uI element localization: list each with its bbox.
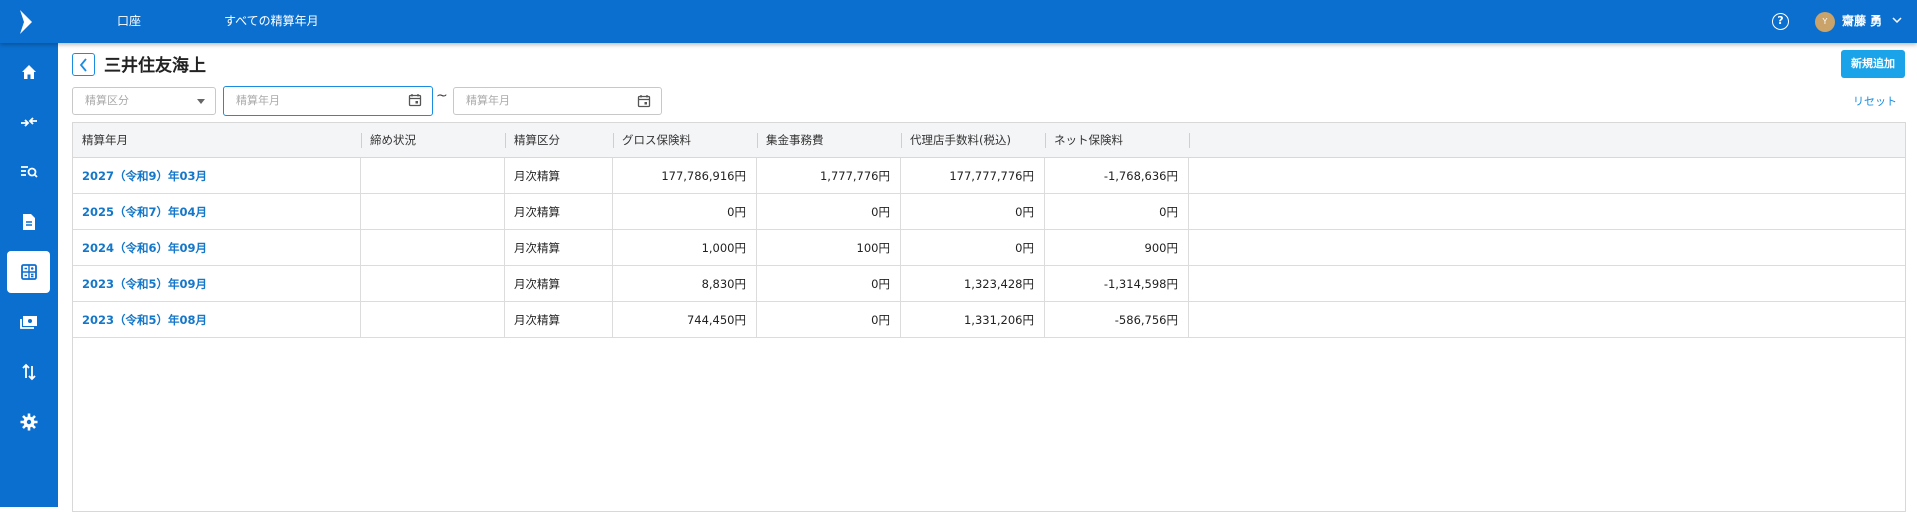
sidebar (0, 43, 58, 507)
cell-settlement-month[interactable]: 2024（令和6）年09月 (73, 230, 361, 266)
cell-settlement-type: 月次精算 (505, 194, 613, 230)
sidebar-item-search[interactable] (7, 151, 50, 193)
chevron-left-icon (79, 57, 87, 72)
reset-link[interactable]: リセット (1853, 93, 1897, 109)
cell-collection-fee: 0円 (757, 194, 901, 230)
nav-all-settlement-months[interactable]: すべての精算年月 (224, 0, 319, 43)
cell-closing-status (361, 194, 505, 230)
column-divider (1189, 133, 1190, 148)
cell-agency-commission: 0円 (901, 230, 1045, 266)
table-row[interactable]: 2025（令和7）年04月 月次精算 0円 0円 0円 0円 (73, 194, 1905, 230)
cell-closing-status (361, 230, 505, 266)
nav-account[interactable]: 口座 (117, 0, 141, 43)
cell-settlement-month[interactable]: 2027（令和9）年03月 (73, 158, 361, 194)
sidebar-item-payment[interactable] (7, 301, 50, 343)
avatar[interactable]: Y (1815, 12, 1835, 32)
sidebar-item-sort[interactable] (7, 351, 50, 393)
settlement-month-from-input[interactable]: 精算年月 (223, 86, 433, 116)
help-icon[interactable]: ? (1772, 13, 1789, 30)
cell-gross-premium: 8,830円 (613, 266, 757, 302)
cell-net-premium: -1,768,636円 (1045, 158, 1189, 194)
back-button[interactable] (72, 53, 95, 76)
top-bar: 口座 すべての精算年月 ? Y 齋藤 勇 (0, 0, 1917, 43)
cell-net-premium: 900円 (1045, 230, 1189, 266)
cell-settlement-month[interactable]: 2023（令和5）年08月 (73, 302, 361, 338)
transfer-icon (20, 117, 37, 127)
cell-settlement-type: 月次精算 (505, 302, 613, 338)
cell-closing-status (361, 158, 505, 194)
to-placeholder: 精算年月 (466, 94, 510, 107)
home-icon (21, 65, 36, 79)
header-agency-commission[interactable]: 代理店手数料(税込) (901, 123, 1011, 158)
table-header: 精算年月 締め状況 精算区分 グロス保険料 集金事務費 代理店手数料(税込) ネ… (73, 123, 1905, 158)
settlement-month-to-input[interactable]: 精算年月 (453, 87, 662, 115)
table-row[interactable]: 2023（令和5）年09月 月次精算 8,830円 0円 1,323,428円 -1,31… (73, 266, 1905, 302)
cell-settlement-month[interactable]: 2023（令和5）年09月 (73, 266, 361, 302)
cell-collection-fee: 0円 (757, 266, 901, 302)
sidebar-item-home[interactable] (7, 51, 50, 93)
cell-closing-status (361, 302, 505, 338)
from-placeholder: 精算年月 (236, 94, 280, 107)
logo-chevron-icon[interactable] (18, 8, 38, 36)
cell-agency-commission: 1,331,206円 (901, 302, 1045, 338)
sidebar-item-transfer[interactable] (7, 101, 50, 143)
cell-agency-commission: 0円 (901, 194, 1045, 230)
cell-gross-premium: 0円 (613, 194, 757, 230)
cell-agency-commission: 1,323,428円 (901, 266, 1045, 302)
table-row[interactable]: 2023（令和5）年08月 月次精算 744,450円 0円 1,331,206円 -58… (73, 302, 1905, 338)
cell-settlement-month[interactable]: 2025（令和7）年04月 (73, 194, 361, 230)
user-name[interactable]: 齋藤 勇 (1842, 0, 1882, 43)
cell-gross-premium: 177,786,916円 (613, 158, 757, 194)
calculator-icon (20, 264, 37, 280)
settlement-table: 精算年月 締め状況 精算区分 グロス保険料 集金事務費 代理店手数料(税込) ネ… (72, 122, 1906, 512)
header-settlement-type[interactable]: 精算区分 (505, 123, 560, 158)
calendar-icon[interactable] (408, 93, 422, 107)
page-title: 三井住友海上 (104, 56, 206, 76)
cell-collection-fee: 1,777,776円 (757, 158, 901, 194)
cell-collection-fee: 0円 (757, 302, 901, 338)
settlement-type-placeholder: 精算区分 (85, 94, 129, 107)
header-closing-status[interactable]: 締め状況 (361, 123, 416, 158)
sidebar-item-settings[interactable] (7, 401, 50, 443)
range-separator: ~ (436, 88, 448, 104)
cell-settlement-type: 月次精算 (505, 158, 613, 194)
caret-down-icon (197, 99, 205, 104)
cell-net-premium: 0円 (1045, 194, 1189, 230)
cell-gross-premium: 1,000円 (613, 230, 757, 266)
sidebar-item-settlement[interactable] (7, 251, 50, 293)
cell-collection-fee: 100円 (757, 230, 901, 266)
chevron-down-icon[interactable] (1891, 14, 1903, 26)
cell-gross-premium: 744,450円 (613, 302, 757, 338)
header-net-premium[interactable]: ネット保険料 (1045, 123, 1123, 158)
gear-icon (20, 413, 37, 431)
header-gross-premium[interactable]: グロス保険料 (613, 123, 691, 158)
search-list-icon (20, 166, 38, 178)
table-row[interactable]: 2024（令和6）年09月 月次精算 1,000円 100円 0円 900円 (73, 230, 1905, 266)
cell-net-premium: -1,314,598円 (1045, 266, 1189, 302)
cell-agency-commission: 177,777,776円 (901, 158, 1045, 194)
payment-icon (19, 316, 37, 329)
header-collection-fee[interactable]: 集金事務費 (757, 123, 824, 158)
document-icon (22, 214, 35, 230)
settlement-type-select[interactable]: 精算区分 (72, 87, 216, 115)
cell-settlement-type: 月次精算 (505, 230, 613, 266)
header-settlement-month[interactable]: 精算年月 (73, 123, 128, 158)
cell-closing-status (361, 266, 505, 302)
cell-net-premium: -586,756円 (1045, 302, 1189, 338)
table-row[interactable]: 2027（令和9）年03月 月次精算 177,786,916円 1,777,776円 1… (73, 158, 1905, 194)
calendar-icon[interactable] (637, 94, 651, 108)
cell-settlement-type: 月次精算 (505, 266, 613, 302)
sort-arrows-icon (21, 363, 36, 381)
add-new-button[interactable]: 新規追加 (1841, 50, 1905, 78)
sidebar-item-document[interactable] (7, 201, 50, 243)
